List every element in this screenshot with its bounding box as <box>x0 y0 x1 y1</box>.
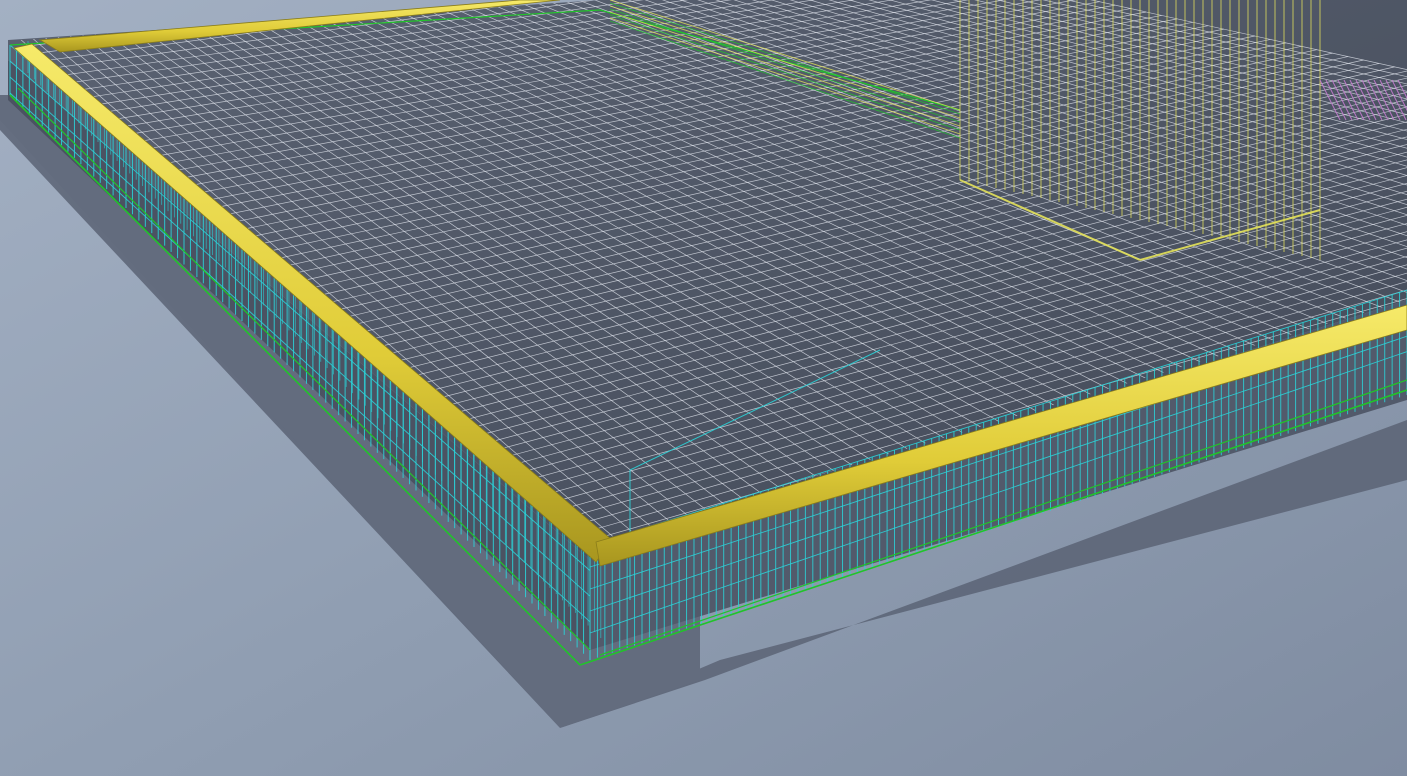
3d-model-viewport[interactable] <box>0 0 1407 776</box>
